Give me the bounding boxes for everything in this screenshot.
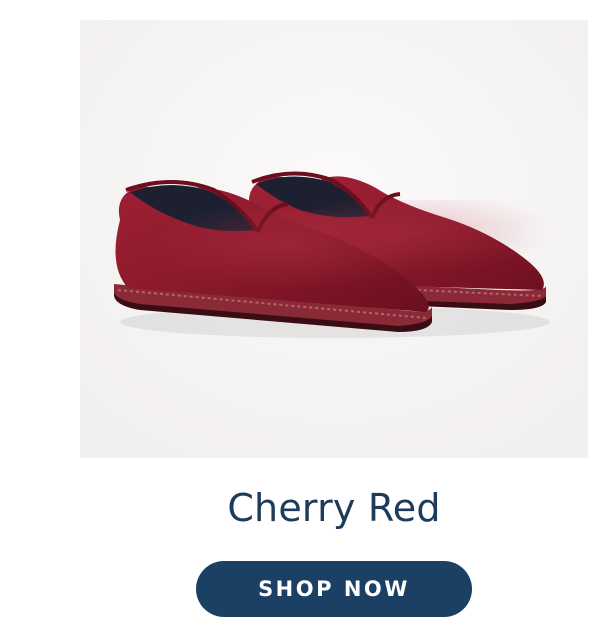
slipper-shoes-icon — [80, 20, 588, 458]
product-card: Cherry Red SHOP NOW — [0, 0, 600, 642]
product-name: Cherry Red — [227, 486, 441, 530]
shop-now-button[interactable]: SHOP NOW — [196, 561, 472, 617]
product-image[interactable] — [80, 20, 588, 458]
